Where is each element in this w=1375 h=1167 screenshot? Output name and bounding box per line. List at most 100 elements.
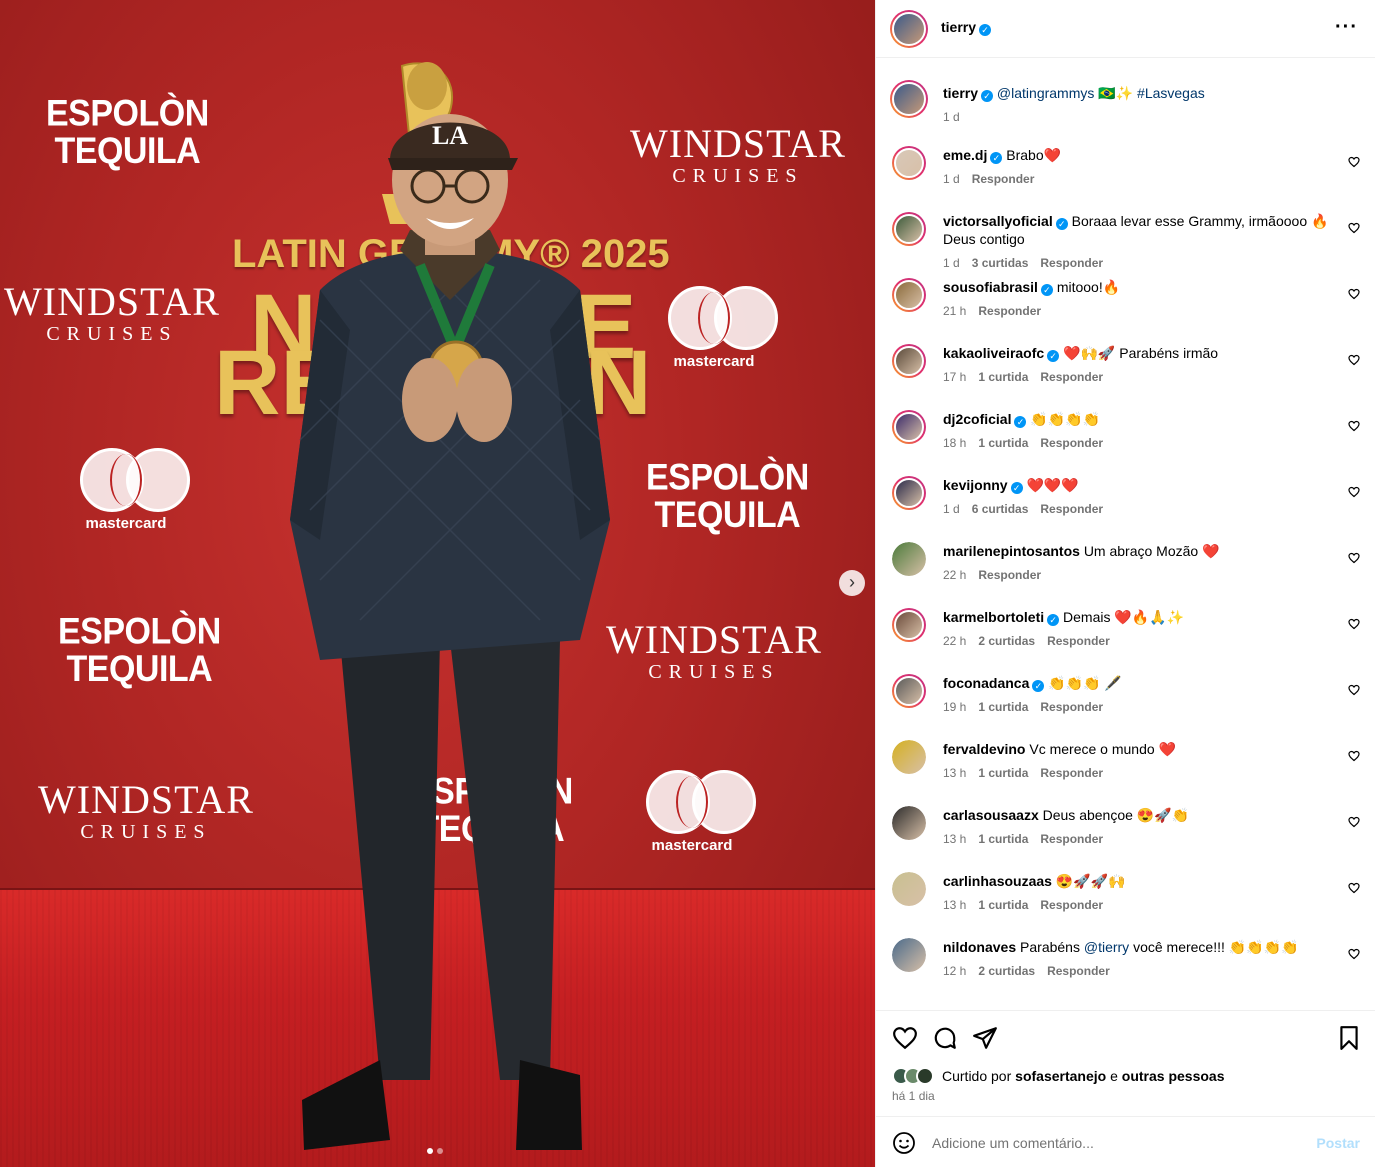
share-send-icon[interactable]: [972, 1025, 998, 1051]
commenter-avatar[interactable]: [892, 344, 926, 378]
commenter-username[interactable]: sousofiabrasil: [943, 279, 1038, 295]
commenter-username[interactable]: carlasousaazx: [943, 807, 1039, 823]
commenter-username[interactable]: carlinhasouzaas: [943, 873, 1052, 889]
comment-like-heart-icon[interactable]: [1348, 156, 1360, 168]
commenter-avatar[interactable]: [892, 938, 926, 972]
like-heart-icon[interactable]: [892, 1025, 918, 1051]
liker-avatar[interactable]: [916, 1067, 934, 1085]
comment-like-heart-icon[interactable]: [1348, 288, 1360, 300]
liked-by-others[interactable]: outras pessoas: [1122, 1068, 1225, 1084]
comment-like-count[interactable]: 1 curtida: [978, 764, 1028, 782]
comment-like-count[interactable]: 6 curtidas: [972, 500, 1029, 518]
comment-like-heart-icon[interactable]: [1348, 552, 1360, 564]
commenter-avatar[interactable]: [892, 476, 926, 510]
comment-text: ❤️🙌🚀 Parabéns irmão: [1063, 345, 1219, 361]
more-options-icon[interactable]: ···: [1335, 16, 1358, 39]
caption-avatar[interactable]: [890, 80, 928, 118]
post-comment-button[interactable]: Postar: [1316, 1135, 1360, 1151]
reply-button[interactable]: Responder: [978, 566, 1041, 584]
commenter-avatar[interactable]: [892, 806, 926, 840]
comment-text: Vc merece o mundo ❤️: [1029, 741, 1176, 757]
comment-mention[interactable]: @tierry: [1084, 939, 1129, 955]
reply-button[interactable]: Responder: [1040, 896, 1103, 914]
post-photo[interactable]: LATIN GRAMMY® 2025 NO E RE N ESPOLÒNTEQU…: [0, 0, 875, 1167]
commenter-username[interactable]: nildonaves: [943, 939, 1016, 955]
mastercard-logo: mastercard: [664, 286, 778, 369]
commenter-username[interactable]: karmelbortoleti: [943, 609, 1044, 625]
commenter-username[interactable]: marilenepintosantos: [943, 543, 1080, 559]
comment-text: ❤️❤️❤️: [1026, 477, 1079, 493]
comment-text: 👏👏👏👏: [1030, 411, 1101, 427]
caption-username[interactable]: tierry: [943, 85, 978, 101]
carousel-dots: [427, 1148, 443, 1154]
comment-time: 18 h: [943, 436, 967, 450]
reply-button[interactable]: Responder: [1040, 434, 1103, 452]
author-username[interactable]: tierry: [941, 19, 976, 35]
commenter-avatar[interactable]: [892, 674, 926, 708]
comment-like-heart-icon[interactable]: [1348, 948, 1360, 960]
commenter-username[interactable]: dj2coficial: [943, 411, 1011, 427]
reply-button[interactable]: Responder: [978, 302, 1041, 320]
author-avatar[interactable]: [890, 10, 928, 48]
save-bookmark-icon[interactable]: [1336, 1025, 1362, 1051]
comment-text: Brabo❤️: [1006, 147, 1062, 163]
emoji-picker-icon[interactable]: [892, 1131, 916, 1155]
comment-like-heart-icon[interactable]: [1348, 618, 1360, 630]
comment-text: Demais ❤️🔥🙏✨: [1063, 609, 1185, 625]
commenter-username[interactable]: kevijonny: [943, 477, 1008, 493]
comment-like-heart-icon[interactable]: [1348, 882, 1360, 894]
verified-badge-icon: ✓: [979, 24, 992, 36]
comment-like-count[interactable]: 2 curtidas: [978, 632, 1035, 650]
caption-mention[interactable]: @latingrammys: [997, 85, 1094, 101]
commenter-username[interactable]: fervaldevino: [943, 741, 1025, 757]
comment-like-count[interactable]: 1 curtida: [978, 434, 1028, 452]
reply-button[interactable]: Responder: [1040, 698, 1103, 716]
reply-button[interactable]: Responder: [1040, 764, 1103, 782]
reply-button[interactable]: Responder: [972, 170, 1035, 188]
commenter-username[interactable]: foconadanca: [943, 675, 1029, 691]
comment-like-heart-icon[interactable]: [1348, 684, 1360, 696]
windstar-logo: WINDSTAR CRUISES: [4, 279, 220, 345]
carousel-dot: [437, 1148, 443, 1154]
comment-like-heart-icon[interactable]: [1348, 750, 1360, 762]
comment-like-count[interactable]: 1 curtida: [978, 368, 1028, 386]
comment-like-heart-icon[interactable]: [1348, 222, 1360, 234]
reply-button[interactable]: Responder: [1040, 368, 1103, 386]
comment-like-heart-icon[interactable]: [1348, 354, 1360, 366]
comment-like-count[interactable]: 1 curtida: [978, 698, 1028, 716]
reply-button[interactable]: Responder: [1040, 500, 1103, 518]
commenter-username[interactable]: eme.dj: [943, 147, 987, 163]
commenter-avatar[interactable]: [892, 608, 926, 642]
comment-like-count[interactable]: 1 curtida: [978, 830, 1028, 848]
comment-like-count[interactable]: 1 curtida: [978, 896, 1028, 914]
commenter-avatar[interactable]: [892, 740, 926, 774]
commenter-avatar[interactable]: [892, 542, 926, 576]
comment-like-count[interactable]: 3 curtidas: [972, 254, 1029, 272]
caption-hashtag[interactable]: #Lasvegas: [1137, 85, 1205, 101]
carousel-next-button[interactable]: ›: [839, 570, 865, 596]
comment-like-heart-icon[interactable]: [1348, 486, 1360, 498]
commenter-username[interactable]: kakaoliveiraofc: [943, 345, 1044, 361]
commenter-avatar[interactable]: [892, 278, 926, 312]
comment-like-count[interactable]: 2 curtidas: [978, 962, 1035, 980]
reply-button[interactable]: Responder: [1040, 254, 1103, 272]
reply-button[interactable]: Responder: [1040, 830, 1103, 848]
commenter-avatar[interactable]: [892, 212, 926, 246]
comments-list[interactable]: tierry ✓ @latingrammys 🇧🇷✨ #Lasvegas 1 d …: [876, 58, 1375, 1010]
verified-badge-icon: ✓: [1055, 218, 1068, 230]
commenter-avatar[interactable]: [892, 872, 926, 906]
commenter-avatar[interactable]: [892, 146, 926, 180]
reply-button[interactable]: Responder: [1047, 632, 1110, 650]
reply-button[interactable]: Responder: [1047, 962, 1110, 980]
comment-text: Parabéns: [1020, 939, 1084, 955]
liked-by-prefix: Curtido por: [942, 1068, 1012, 1084]
comment-input[interactable]: [932, 1129, 1302, 1157]
commenter-username[interactable]: victorsallyoficial: [943, 213, 1053, 229]
commenter-avatar[interactable]: [892, 410, 926, 444]
liked-by-user[interactable]: sofasertanejo: [1015, 1068, 1106, 1084]
comment-like-heart-icon[interactable]: [1348, 816, 1360, 828]
carousel-dot-active: [427, 1148, 433, 1154]
comment-icon[interactable]: [932, 1025, 958, 1051]
caption-time: 1 d: [943, 110, 960, 124]
comment-like-heart-icon[interactable]: [1348, 420, 1360, 432]
